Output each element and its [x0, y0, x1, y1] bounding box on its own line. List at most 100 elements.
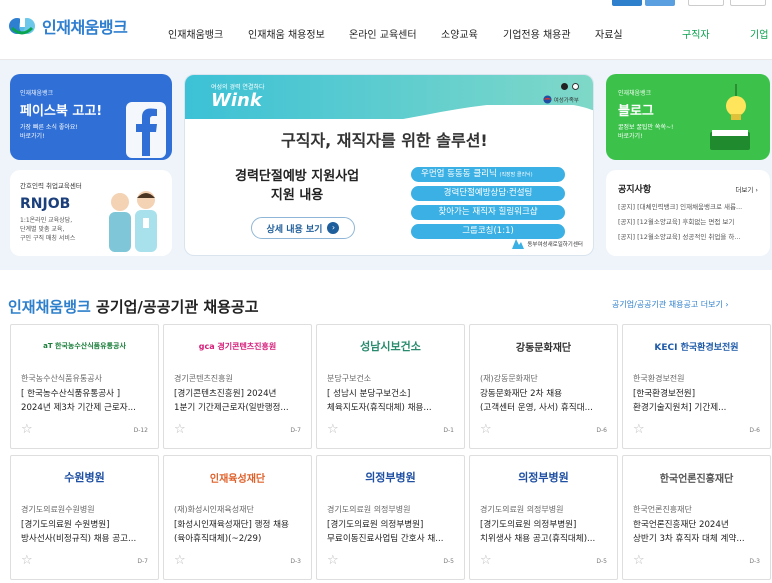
job-title-line1: [경기도의료원 수원병원] [21, 520, 110, 530]
job-card[interactable]: 의정부병원 경기도의료원 의정부병원 [경기도의료원 의정부병원] 무료이동진료… [316, 455, 465, 580]
job-card[interactable]: KECI 한국환경보전원 한국환경보전원 [한국환경보전원] 환경기술지원처] … [622, 324, 771, 449]
star-icon[interactable]: ☆ [633, 554, 645, 567]
job-card[interactable]: 강동문화재단 (재)강동문화재단 강동문화재단 2차 채용 (고객센터 운영, … [469, 324, 618, 449]
notice-item[interactable]: [공지] [대체인력뱅크] 인재채움뱅크로 새롭... [618, 200, 764, 215]
nav-item-company-hall[interactable]: 기업전용 채용관 [503, 26, 571, 41]
section-title-part1: 인재채움뱅크 [8, 298, 91, 316]
job-card[interactable]: aT 한국농수산식품유통공사 한국농수산식품유통공사 [ 한국농수산식품유통공사… [10, 324, 159, 449]
notice-item[interactable]: [공지] [12월소양교육] 성공적인 취업을 하... [618, 230, 764, 245]
notice-more-link[interactable]: 더보기 › [735, 184, 758, 194]
company-logo: 인재육성재단 [164, 456, 311, 498]
nav-item-job-info[interactable]: 인재채움 채용정보 [248, 26, 325, 41]
utility-button-2[interactable] [645, 0, 675, 6]
wink-banner[interactable]: 여성의 경력 연결하다 Wink 여성가족부 구직자, 재직자를 위한 솔루션!… [184, 74, 594, 256]
utility-button-1[interactable] [612, 0, 642, 6]
job-dday: D-3 [749, 558, 760, 565]
carousel-dots [561, 83, 579, 90]
wink-program-1: 경력단절예방 지원사업 [235, 169, 360, 184]
blog-banner[interactable]: 인재채움뱅크 블로그 꿀정보 꿀팁만 쏙쏙~! 바로가기! [606, 74, 770, 160]
wink-item: 우먼업 동동동 클리닉 (직장맘 클리닉) [411, 167, 565, 182]
star-icon[interactable]: ☆ [21, 554, 33, 567]
ministry-name: 여성가족부 [553, 97, 579, 104]
wink-item: 그룹코칭(1:1) [411, 224, 565, 239]
job-card[interactable]: 의정부병원 경기도의료원 의정부병원 [경기도의료원 의정부병원] 치위생사 채… [469, 455, 618, 580]
section-more-link[interactable]: 공기업/공공기관 채용공고 더보기 › [612, 299, 729, 310]
rnjob-desc-3: 구인 구직 매칭 서비스 [20, 235, 76, 242]
rnjob-banner[interactable]: 간호인력 취업교육센터 RNJOB 1:1온라인 교육상담, 단계별 맞춤 교육… [10, 170, 172, 256]
job-title-line1: [화성시인재육성재단] 행정 채용 [174, 520, 289, 530]
lightbulb-icon [710, 84, 750, 150]
utility-bar [0, 0, 772, 10]
detail-button-label: 상세 내용 보기 [266, 224, 323, 235]
job-org: 경기도의료원수원병원 [21, 505, 95, 514]
logo-text: 인재채움뱅크 [42, 18, 128, 37]
star-icon[interactable]: ☆ [327, 423, 339, 436]
company-logo-text: aT 한국농수산식품유통공사 [43, 342, 126, 350]
wink-program-2: 지원 내용 [270, 188, 324, 203]
notice-item[interactable]: [공지] [12월소양교육] 후회없는 면접 보기 [618, 215, 764, 230]
job-org: (재)화성시인재육성재단 [174, 505, 254, 514]
wink-item-sub: (직장맘 클리닉) [499, 172, 533, 178]
notice-title: 공지사항 [618, 185, 652, 195]
company-logo: 의정부병원 [470, 456, 617, 498]
section-title-part2: 공기업/공공기관 채용공고 [90, 298, 259, 316]
blog-desc-1: 꿀정보 꿀팁만 쏙쏙~! [618, 124, 674, 131]
company-logo-text: 수원병원 [64, 471, 105, 484]
star-icon[interactable]: ☆ [174, 554, 186, 567]
job-card[interactable]: 한국언론진흥재단 한국언론진흥재단 한국언론진흥재단 2024년 상반기 3차 … [622, 455, 771, 580]
company-logo: 성남시보건소 [317, 325, 464, 367]
star-icon[interactable]: ☆ [174, 423, 186, 436]
company-logo-text: 강동문화재단 [515, 342, 572, 354]
star-icon[interactable]: ☆ [480, 554, 492, 567]
job-card[interactable]: 수원병원 경기도의료원수원병원 [경기도의료원 수원병원] 방사선사(비정규직)… [10, 455, 159, 580]
job-title-line2: 2024년 제3차 기간제 근로자... [21, 403, 136, 413]
ministry-logo: 여성가족부 [543, 95, 579, 104]
facebook-banner-title: 페이스북 고고! [20, 104, 103, 119]
job-title-line2: 상반기 3차 휴직자 대체 계약... [633, 534, 745, 544]
star-icon[interactable]: ☆ [327, 554, 339, 567]
job-title-line2: 환경기술지원처] 기간제... [633, 403, 727, 413]
facebook-desc-2: 바로가기! [20, 133, 45, 140]
nav-item-online-edu[interactable]: 온라인 교육센터 [349, 26, 417, 41]
job-title-line2: 1분기 기간제근로자(일반행정... [174, 403, 289, 413]
star-icon[interactable]: ☆ [480, 423, 492, 436]
notice-panel: 공지사항 더보기 › [공지] [대체인력뱅크] 인재채움뱅크로 새롭... [… [606, 170, 770, 256]
nav-item-library[interactable]: 자료실 [595, 26, 623, 41]
site-logo[interactable]: 인재채움뱅크 [8, 14, 128, 38]
company-logo-text: gca 경기콘텐츠진흥원 [198, 341, 277, 351]
nurse-illustration-icon [109, 191, 157, 252]
wink-headline: 구직자, 재직자를 위한 솔루션! [281, 131, 488, 150]
nav-item-company[interactable]: 기업 [750, 26, 768, 41]
main-visual: 인재채움뱅크 페이스북 고고! 가장 빠른 소식 좋아요! 바로가기! 간호인력… [0, 60, 772, 270]
job-card[interactable]: 성남시보건소 분당구보건소 [ 성남시 분당구보건소] 체육지도자(휴직대체) … [316, 324, 465, 449]
job-org: 분당구보건소 [327, 374, 372, 383]
nav-item-culture-edu[interactable]: 소양교육 [441, 26, 478, 41]
job-org: 한국환경보전원 [633, 374, 685, 383]
job-card[interactable]: gca 경기콘텐츠진흥원 경기콘텐츠진흥원 [경기콘텐츠진흥원] 2024년 1… [163, 324, 312, 449]
wink-item-label: 경력단절예방상담·컨설팅 [443, 188, 533, 198]
nav-item-job-seeker[interactable]: 구직자 [682, 26, 710, 41]
facebook-banner[interactable]: 인재채움뱅크 페이스북 고고! 가장 빠른 소식 좋아요! 바로가기! [10, 74, 172, 160]
carousel-dot[interactable] [572, 83, 579, 90]
company-logo-text: 한국언론진흥재단 [659, 473, 734, 485]
wink-item-list: 우먼업 동동동 클리닉 (직장맘 클리닉) 경력단절예방상담·컨설팅 찾아가는 … [411, 167, 565, 239]
wink-program: 경력단절예방 지원사업 지원 내용 [235, 167, 359, 205]
star-icon[interactable]: ☆ [633, 423, 645, 436]
blog-banner-title: 블로그 [618, 104, 654, 119]
utility-button-3[interactable] [688, 0, 724, 6]
facebook-banner-desc: 가장 빠른 소식 좋아요! 바로가기! [20, 123, 102, 141]
blog-banner-desc: 꿀정보 꿀팁만 쏙쏙~! 바로가기! [618, 123, 673, 141]
job-card[interactable]: 인재육성재단 (재)화성시인재육성재단 [화성시인재육성재단] 행정 채용 (육… [163, 455, 312, 580]
notice-list: [공지] [대체인력뱅크] 인재채움뱅크로 새롭... [공지] [12월소양교… [618, 200, 764, 245]
carousel-dot-active[interactable] [561, 83, 568, 90]
nav-item-bank[interactable]: 인재채움뱅크 [168, 26, 223, 41]
job-title-line1: [ 한국농수산식품유통공사 ] [21, 389, 121, 399]
utility-button-4[interactable] [730, 0, 766, 6]
company-logo-text: 성남시보건소 [360, 340, 421, 353]
detail-button[interactable]: 상세 내용 보기 › [251, 217, 355, 239]
star-icon[interactable]: ☆ [21, 423, 33, 436]
government-emblem-icon [543, 95, 552, 104]
blog-desc-2: 바로가기! [618, 133, 643, 140]
company-logo: aT 한국농수산식품유통공사 [11, 325, 158, 367]
job-org: 경기도의료원 의정부병원 [327, 505, 411, 514]
